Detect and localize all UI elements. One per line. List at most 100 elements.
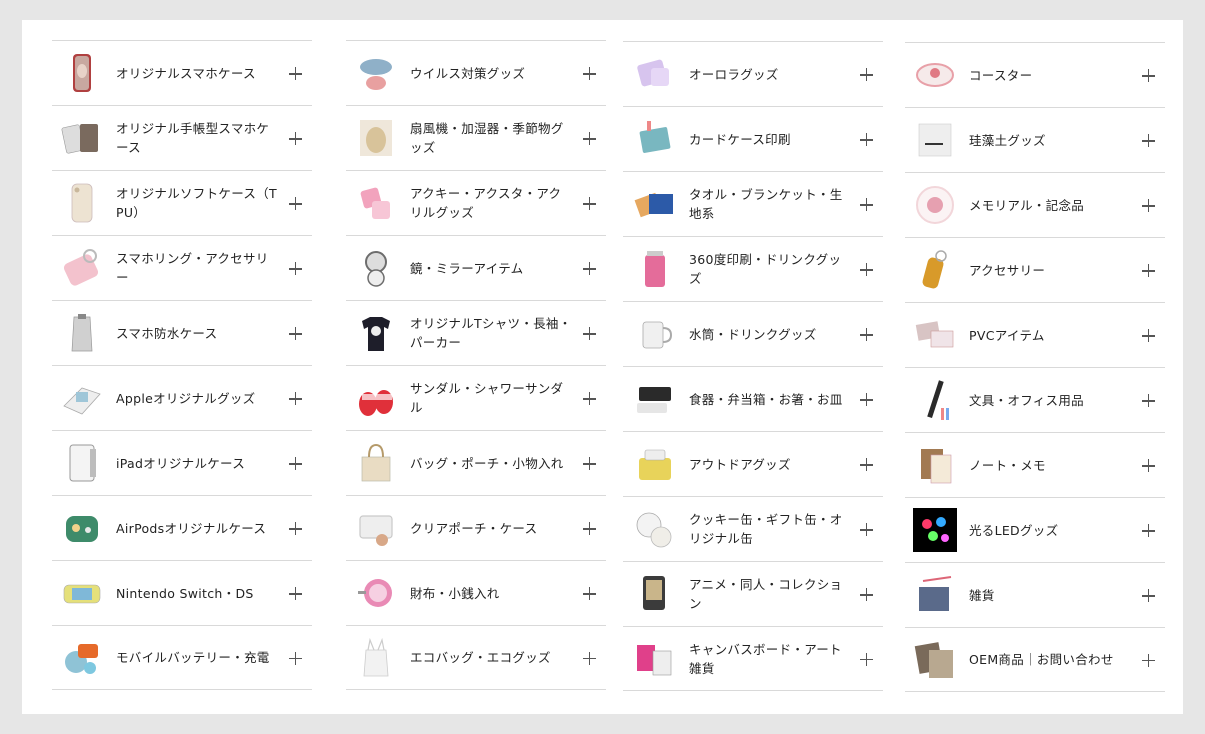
plus-icon[interactable] — [289, 457, 302, 470]
plus-icon[interactable] — [583, 197, 596, 210]
category-row[interactable]: 珪藻土グッズ — [905, 107, 1165, 172]
category-row[interactable]: 扇風機・加湿器・季節物グッズ — [346, 105, 606, 170]
category-label[interactable]: メモリアル・記念品 — [969, 196, 1165, 215]
category-row[interactable]: カードケース印刷 — [623, 106, 883, 171]
category-row[interactable]: アクセサリー — [905, 237, 1165, 302]
category-row[interactable]: 光るLEDグッズ — [905, 497, 1165, 562]
plus-icon[interactable] — [289, 327, 302, 340]
category-label[interactable]: 360度印刷・ドリンクグッズ — [689, 250, 883, 288]
category-row[interactable]: iPadオリジナルケース — [52, 430, 312, 495]
category-label[interactable]: OEM商品｜お問い合わせ — [969, 650, 1165, 669]
category-label[interactable]: バッグ・ポーチ・小物入れ — [410, 454, 606, 473]
category-row[interactable]: 360度印刷・ドリンクグッズ — [623, 236, 883, 301]
plus-icon[interactable] — [289, 67, 302, 80]
plus-icon[interactable] — [860, 523, 873, 536]
category-label[interactable]: 扇風機・加湿器・季節物グッズ — [410, 119, 606, 157]
plus-icon[interactable] — [1142, 394, 1155, 407]
category-label[interactable]: オーロラグッズ — [689, 65, 883, 84]
category-label[interactable]: カードケース印刷 — [689, 130, 883, 149]
category-label[interactable]: オリジナル手帳型スマホケース — [116, 119, 312, 157]
category-label[interactable]: オリジナルソフトケース（TPU） — [116, 184, 312, 222]
plus-icon[interactable] — [1142, 134, 1155, 147]
plus-icon[interactable] — [583, 587, 596, 600]
category-label[interactable]: PVCアイテム — [969, 326, 1165, 345]
category-label[interactable]: Nintendo Switch・DS — [116, 584, 312, 603]
plus-icon[interactable] — [860, 393, 873, 406]
plus-icon[interactable] — [289, 197, 302, 210]
category-row[interactable]: ノート・メモ — [905, 432, 1165, 497]
plus-icon[interactable] — [583, 132, 596, 145]
category-row[interactable]: キャンバスボード・アート雑貨 — [623, 626, 883, 691]
plus-icon[interactable] — [1142, 589, 1155, 602]
plus-icon[interactable] — [289, 262, 302, 275]
plus-icon[interactable] — [1142, 199, 1155, 212]
plus-icon[interactable] — [860, 652, 873, 666]
category-label[interactable]: クッキー缶・ギフト缶・オリジナル缶 — [689, 510, 883, 548]
category-row[interactable]: AirPodsオリジナルケース — [52, 495, 312, 560]
plus-icon[interactable] — [1142, 69, 1155, 82]
category-label[interactable]: クリアポーチ・ケース — [410, 519, 606, 538]
plus-icon[interactable] — [583, 327, 596, 340]
category-row[interactable]: コースター — [905, 42, 1165, 107]
plus-icon[interactable] — [1142, 524, 1155, 537]
plus-icon[interactable] — [583, 522, 596, 535]
plus-icon[interactable] — [1142, 329, 1155, 342]
plus-icon[interactable] — [289, 587, 302, 600]
plus-icon[interactable] — [860, 263, 873, 276]
plus-icon[interactable] — [289, 522, 302, 535]
category-row[interactable]: 文具・オフィス用品 — [905, 367, 1165, 432]
category-row[interactable]: アウトドアグッズ — [623, 431, 883, 496]
plus-icon[interactable] — [289, 651, 302, 665]
category-label[interactable]: アニメ・同人・コレクション — [689, 575, 883, 613]
category-row[interactable]: メモリアル・記念品 — [905, 172, 1165, 237]
plus-icon[interactable] — [860, 458, 873, 471]
category-label[interactable]: iPadオリジナルケース — [116, 454, 312, 473]
category-label[interactable]: サンダル・シャワーサンダル — [410, 379, 606, 417]
plus-icon[interactable] — [583, 392, 596, 405]
category-label[interactable]: スマホリング・アクセサリー — [116, 249, 312, 287]
category-label[interactable]: モバイルバッテリー・充電 — [116, 648, 312, 667]
category-label[interactable]: 光るLEDグッズ — [969, 521, 1165, 540]
category-row[interactable]: Appleオリジナルグッズ — [52, 365, 312, 430]
plus-icon[interactable] — [583, 67, 596, 80]
category-row[interactable]: クッキー缶・ギフト缶・オリジナル缶 — [623, 496, 883, 561]
plus-icon[interactable] — [1142, 653, 1155, 667]
category-label[interactable]: スマホ防水ケース — [116, 324, 312, 343]
category-row[interactable]: タオル・ブランケット・生地系 — [623, 171, 883, 236]
category-label[interactable]: オリジナルTシャツ・長袖・パーカー — [410, 314, 606, 352]
category-label[interactable]: ノート・メモ — [969, 456, 1165, 475]
category-label[interactable]: 珪藻土グッズ — [969, 131, 1165, 150]
plus-icon[interactable] — [860, 198, 873, 211]
plus-icon[interactable] — [1142, 459, 1155, 472]
category-label[interactable]: Appleオリジナルグッズ — [116, 389, 312, 408]
category-row[interactable]: 水筒・ドリンクグッズ — [623, 301, 883, 366]
category-row[interactable]: エコバッグ・エコグッズ — [346, 625, 606, 690]
category-row[interactable]: スマホ防水ケース — [52, 300, 312, 365]
category-row[interactable]: モバイルバッテリー・充電 — [52, 625, 312, 690]
category-label[interactable]: 鏡・ミラーアイテム — [410, 259, 606, 278]
category-row[interactable]: バッグ・ポーチ・小物入れ — [346, 430, 606, 495]
plus-icon[interactable] — [289, 392, 302, 405]
category-label[interactable]: AirPodsオリジナルケース — [116, 519, 312, 538]
category-label[interactable]: 食器・弁当箱・お箸・お皿 — [689, 390, 883, 409]
category-label[interactable]: エコバッグ・エコグッズ — [410, 648, 606, 667]
plus-icon[interactable] — [289, 132, 302, 145]
category-row[interactable]: サンダル・シャワーサンダル — [346, 365, 606, 430]
category-label[interactable]: タオル・ブランケット・生地系 — [689, 185, 883, 223]
category-row[interactable]: 鏡・ミラーアイテム — [346, 235, 606, 300]
category-row[interactable]: 財布・小銭入れ — [346, 560, 606, 625]
category-row[interactable]: オーロラグッズ — [623, 41, 883, 106]
category-label[interactable]: キャンバスボード・アート雑貨 — [689, 640, 883, 678]
category-row[interactable]: オリジナルソフトケース（TPU） — [52, 170, 312, 235]
category-row[interactable]: クリアポーチ・ケース — [346, 495, 606, 560]
category-label[interactable]: アクキー・アクスタ・アクリルグッズ — [410, 184, 606, 222]
category-label[interactable]: 文具・オフィス用品 — [969, 391, 1165, 410]
category-label[interactable]: アウトドアグッズ — [689, 455, 883, 474]
category-row[interactable]: アニメ・同人・コレクション — [623, 561, 883, 626]
category-row[interactable]: オリジナルスマホケース — [52, 40, 312, 105]
category-label[interactable]: ウイルス対策グッズ — [410, 64, 606, 83]
plus-icon[interactable] — [860, 68, 873, 81]
category-row[interactable]: OEM商品｜お問い合わせ — [905, 627, 1165, 692]
category-label[interactable]: コースター — [969, 66, 1165, 85]
category-row[interactable]: スマホリング・アクセサリー — [52, 235, 312, 300]
